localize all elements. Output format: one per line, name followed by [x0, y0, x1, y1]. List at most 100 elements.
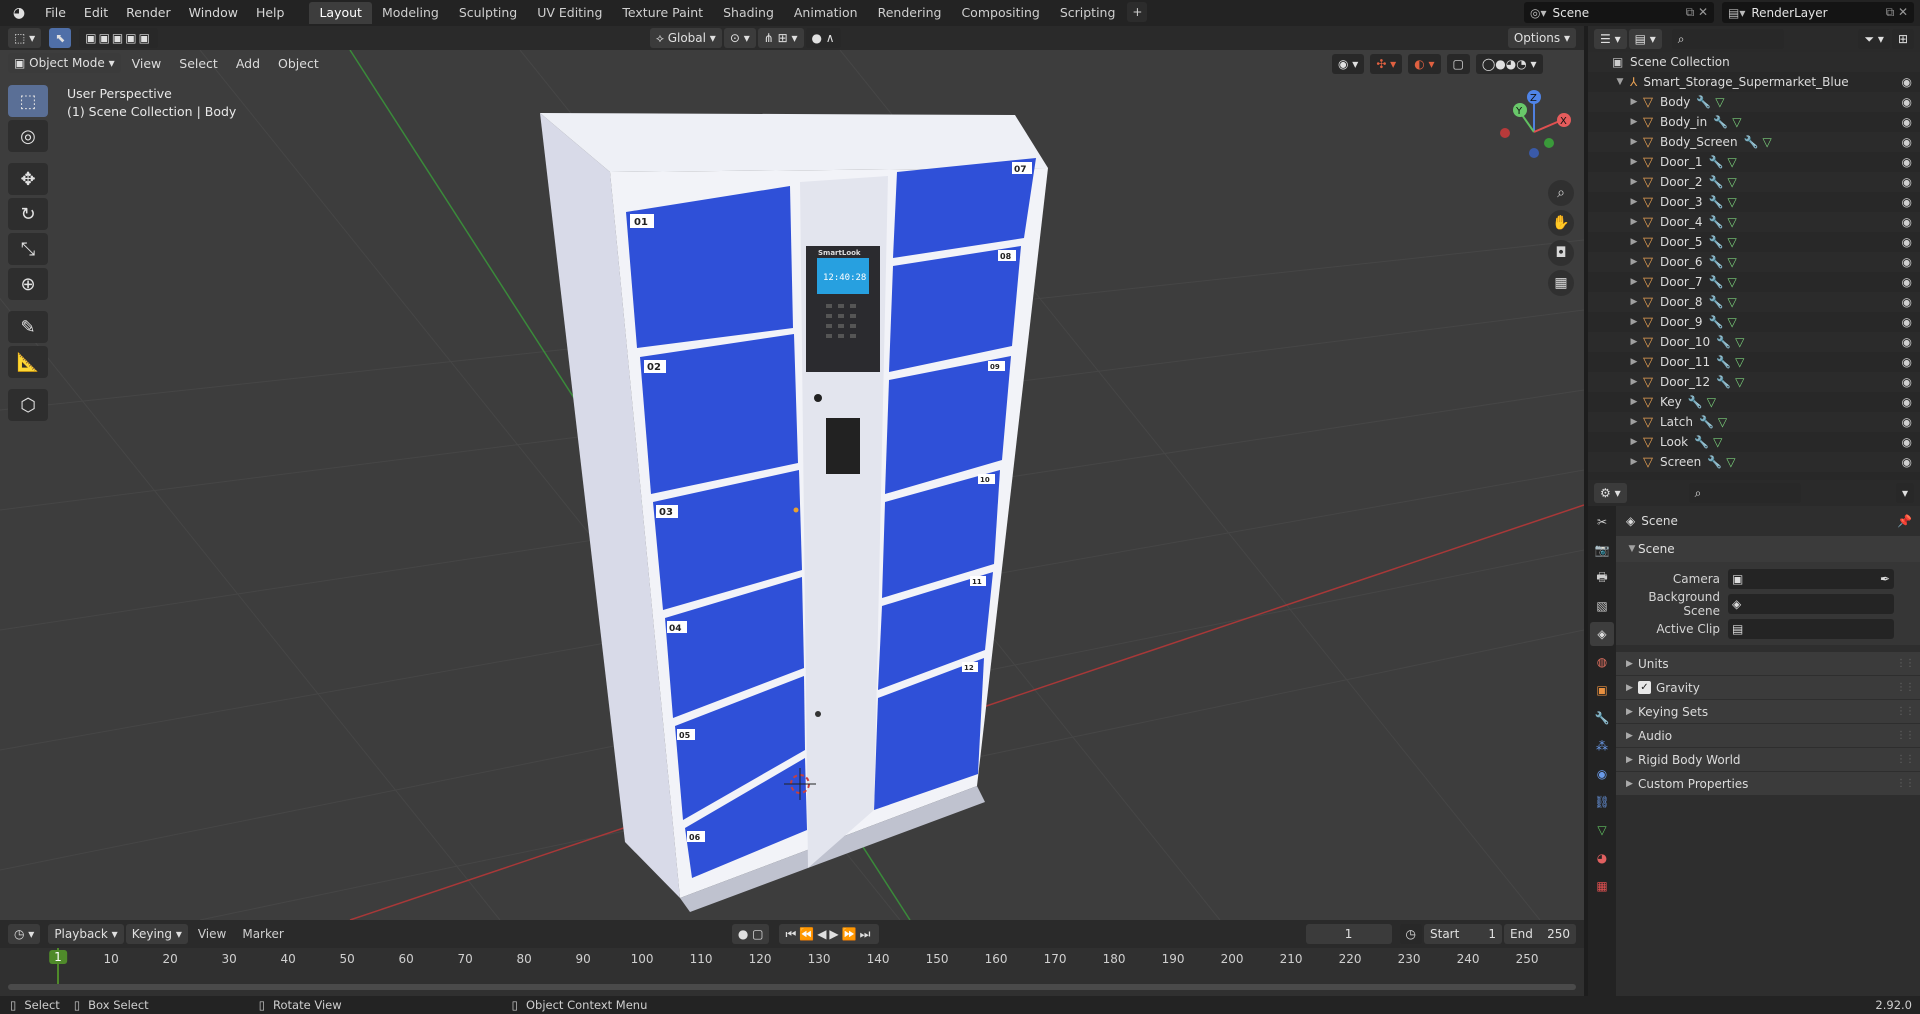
outliner-item[interactable]: ▶ ▽ Body_in 🔧 ▽ ◉ — [1588, 112, 1920, 132]
visibility-eye-icon[interactable]: ◉ — [1902, 255, 1912, 269]
rotate-tool-icon[interactable]: ↻ — [8, 198, 48, 230]
visibility-eye-icon[interactable]: ◉ — [1902, 95, 1912, 109]
expand-icon[interactable]: ▶ — [1628, 177, 1640, 187]
tab-modeling[interactable]: Modeling — [372, 2, 449, 24]
outliner-item[interactable]: ▶ ▽ Door_4 🔧 ▽ ◉ — [1588, 212, 1920, 232]
tab-compositing[interactable]: Compositing — [951, 2, 1049, 24]
expand-icon[interactable]: ▶ — [1628, 417, 1640, 427]
visibility-eye-icon[interactable]: ◉ — [1902, 295, 1912, 309]
current-frame-field[interactable]: 1 — [1305, 924, 1392, 944]
3d-viewport[interactable]: 01 02 03 04 05 06 07 08 09 10 11 12 Smar… — [0, 50, 1584, 920]
end-frame-field[interactable]: End 250 — [1504, 924, 1576, 944]
visibility-eye-icon[interactable]: ◉ — [1902, 435, 1912, 449]
properties-editor-type-icon[interactable]: ⚙ ▾ — [1594, 483, 1627, 503]
visibility-eye-icon[interactable]: ◉ — [1902, 275, 1912, 289]
options-chevron-icon[interactable]: ▾ — [1895, 483, 1914, 503]
pin-icon[interactable]: 📌 — [1897, 514, 1912, 528]
playback-controls-icons[interactable]: ⏮⏪◀▶⏩⏭ — [779, 924, 880, 944]
active-clip-field[interactable]: ▤ — [1728, 618, 1894, 639]
expand-icon[interactable]: ▶ — [1628, 297, 1640, 307]
outliner-root[interactable]: ▣ Scene Collection — [1588, 52, 1920, 72]
texture-tab-icon[interactable]: ▦ — [1590, 874, 1614, 898]
outliner-item[interactable]: ▶ ▽ Door_5 🔧 ▽ ◉ — [1588, 232, 1920, 252]
audio-panel[interactable]: ▶ Audio ⋮⋮ — [1616, 723, 1920, 747]
tab-scripting[interactable]: Scripting — [1050, 2, 1126, 24]
cursor-tool-icon[interactable]: ◎ — [8, 120, 48, 152]
render-tab-icon[interactable]: 📷 — [1590, 538, 1614, 562]
outliner-item[interactable]: ▶ ▽ Door_8 🔧 ▽ ◉ — [1588, 292, 1920, 312]
visibility-eye-icon[interactable]: ◉ — [1902, 215, 1912, 229]
drag-grip-icon[interactable]: ⋮⋮ — [1896, 778, 1915, 789]
expand-icon[interactable]: ▶ — [1628, 197, 1640, 207]
expand-icon[interactable]: ▶ — [1628, 277, 1640, 287]
playhead-frame-label[interactable]: 1 — [49, 950, 67, 964]
zoom-icon[interactable]: ⌕ — [1548, 180, 1574, 206]
record-button-icon[interactable]: ● ▢ — [731, 924, 770, 944]
expand-icon[interactable]: ▶ — [1628, 377, 1640, 387]
tab-sculpting[interactable]: Sculpting — [449, 2, 527, 24]
playback-menu[interactable]: Playback ▾ — [48, 924, 124, 944]
outliner-item[interactable]: ▶ ▽ Door_1 🔧 ▽ ◉ — [1588, 152, 1920, 172]
tab-shading[interactable]: Shading — [713, 2, 784, 24]
camera-field[interactable]: ▣ ✒ — [1728, 568, 1894, 589]
tab-layout[interactable]: Layout — [309, 2, 372, 24]
eyedropper-icon[interactable]: ✒ — [1880, 572, 1890, 586]
outliner-item[interactable]: ▶ ▽ Latch 🔧 ▽ ◉ — [1588, 412, 1920, 432]
menu-edit[interactable]: Edit — [75, 0, 117, 26]
expand-icon[interactable]: ▶ — [1628, 397, 1640, 407]
filter-icon[interactable]: ⏷ ▾ — [1858, 29, 1890, 49]
view-layer-tab-icon[interactable]: ▧ — [1590, 594, 1614, 618]
visibility-eye-icon[interactable]: ◉ — [1902, 195, 1912, 209]
outliner-item[interactable]: ▶ ▽ Door_3 🔧 ▽ ◉ — [1588, 192, 1920, 212]
outliner-item[interactable]: ▶ ▽ Screen 🔧 ▽ ◉ — [1588, 452, 1920, 472]
display-mode-icon[interactable]: ▤ ▾ — [1628, 29, 1662, 49]
units-panel[interactable]: ▶ Units ⋮⋮ — [1616, 651, 1920, 675]
tab-uv-editing[interactable]: UV Editing — [527, 2, 612, 24]
expand-icon[interactable]: ▶ — [1628, 117, 1640, 127]
move-tool-icon[interactable]: ✥ — [8, 163, 48, 195]
visibility-eye-icon[interactable]: ◉ — [1902, 355, 1912, 369]
tool-tab-icon[interactable]: ✂ — [1590, 510, 1614, 534]
outliner-item[interactable]: ▶ ▽ Door_2 🔧 ▽ ◉ — [1588, 172, 1920, 192]
outliner-item[interactable]: ▶ ▽ Door_12 🔧 ▽ ◉ — [1588, 372, 1920, 392]
visibility-eye-icon[interactable]: ◉ — [1902, 135, 1912, 149]
gravity-panel[interactable]: ▶ ✓ Gravity ⋮⋮ — [1616, 675, 1920, 699]
editor-type-button[interactable]: ⬚ ▾ — [8, 28, 42, 48]
menu-object[interactable]: Object — [269, 56, 328, 71]
measure-tool-icon[interactable]: 📐 — [8, 346, 48, 378]
scene-selector[interactable]: ◎▾ Scene ⧉ ✕ — [1524, 2, 1714, 23]
expand-icon[interactable]: ▶ — [1628, 357, 1640, 367]
outliner-item[interactable]: ▶ ▽ Look 🔧 ▽ ◉ — [1588, 432, 1920, 452]
drag-grip-icon[interactable]: ⋮⋮ — [1896, 754, 1915, 765]
perspective-toggle-icon[interactable]: ▦ — [1548, 270, 1574, 296]
visibility-eye-icon[interactable]: ◉ — [1902, 395, 1912, 409]
visibility-eye-icon[interactable]: ◉ — [1902, 335, 1912, 349]
camera-view-icon[interactable]: ◘ — [1548, 240, 1574, 266]
object-tab-icon[interactable]: ▣ — [1590, 678, 1614, 702]
marker-menu[interactable]: Marker — [234, 927, 291, 941]
pan-hand-icon[interactable]: ✋ — [1548, 210, 1574, 236]
visibility-eye-icon[interactable]: ◉ — [1902, 375, 1912, 389]
mode-dropdown[interactable]: ▣ Object Mode ▾ — [8, 53, 121, 73]
particles-tab-icon[interactable]: ⁂ — [1590, 734, 1614, 758]
output-tab-icon[interactable]: 🖶 — [1590, 566, 1614, 590]
visibility-eye-icon[interactable]: ◉ — [1902, 415, 1912, 429]
pivot-point-dropdown[interactable]: ⊙ ▾ — [723, 28, 756, 48]
gravity-checkbox[interactable]: ✓ — [1638, 681, 1651, 694]
outliner-item[interactable]: ▶ ▽ Key 🔧 ▽ ◉ — [1588, 392, 1920, 412]
expand-icon[interactable]: ▶ — [1628, 317, 1640, 327]
timeline-view-menu[interactable]: View — [190, 927, 234, 941]
menu-select[interactable]: Select — [170, 56, 227, 71]
preview-range-icon[interactable]: ◷ — [1399, 924, 1422, 944]
proportional-edit-icon[interactable]: ● ∧ — [805, 28, 841, 48]
add-workspace-button[interactable]: + — [1127, 2, 1148, 22]
constraints-tab-icon[interactable]: ⛓ — [1590, 790, 1614, 814]
close-icon[interactable]: ⧉ ✕ — [1886, 5, 1908, 20]
new-collection-icon[interactable]: ⊞ — [1891, 29, 1914, 49]
menu-render[interactable]: Render — [117, 0, 180, 26]
drag-grip-icon[interactable]: ⋮⋮ — [1896, 658, 1915, 669]
visibility-eye-icon[interactable]: ◉ — [1902, 175, 1912, 189]
menu-add[interactable]: Add — [227, 56, 269, 71]
select-tool-icon[interactable]: ⬉ — [49, 28, 72, 48]
transform-tool-icon[interactable]: ⊕ — [8, 268, 48, 300]
